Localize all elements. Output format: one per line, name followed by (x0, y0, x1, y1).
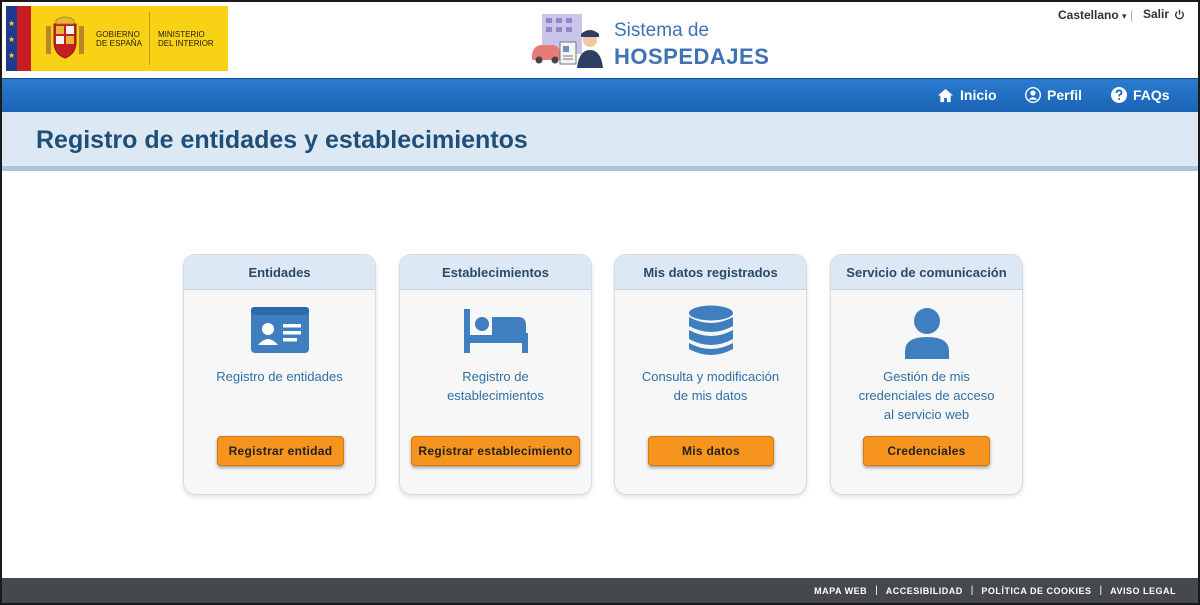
language-label: Castellano (1058, 8, 1119, 22)
footer-link-mapa-web[interactable]: MAPA WEB (814, 586, 867, 596)
eu-flag-strip: ★ ★ ★ (6, 6, 17, 71)
flag-red-strip (17, 6, 31, 71)
nav-item-perfil[interactable]: Perfil (1025, 87, 1082, 103)
footer-separator: | (1099, 585, 1103, 596)
header-separator: | (1130, 8, 1134, 22)
card-description: Registro de entidades (216, 369, 343, 384)
power-icon (1175, 9, 1185, 19)
card-icon-wrap (831, 307, 1022, 359)
app-window: ★ ★ ★ GOBIERNO DE ESPAÑA MINISTERIO DEL … (0, 0, 1200, 605)
caret-down-icon: ▾ (1122, 11, 1127, 21)
government-logo[interactable]: ★ ★ ★ GOBIERNO DE ESPAÑA MINISTERIO DEL … (6, 6, 228, 71)
hospedajes-illustration-icon (532, 14, 603, 68)
ministry-text: MINISTERIO DEL INTERIOR (158, 30, 214, 48)
title-band-underline (2, 166, 1198, 171)
user-circle-icon (1025, 87, 1041, 103)
card-servicio-comunicacion: Servicio de comunicación Gestión de mis … (830, 254, 1023, 495)
language-selector[interactable]: Castellano ▾ (1058, 8, 1127, 22)
registrar-entidad-button[interactable]: Registrar entidad (217, 436, 344, 466)
id-card-icon (250, 307, 309, 353)
card-title: Servicio de comunicación (831, 255, 1022, 290)
card-icon-wrap (184, 307, 375, 353)
registrar-establecimiento-button[interactable]: Registrar establecimiento (411, 436, 580, 466)
database-icon (688, 305, 733, 355)
card-title: Mis datos registrados (615, 255, 806, 290)
footer-link-cookies[interactable]: POLÍTICA DE COOKIES (981, 586, 1091, 596)
brand-title-line1: Sistema de (614, 20, 710, 41)
card-title: Entidades (184, 255, 375, 290)
page-title: Registro de entidades y establecimientos (36, 126, 528, 154)
footer: MAPA WEB | ACCESIBILIDAD | POLÍTICA DE C… (2, 578, 1198, 603)
card-description: Registro de establecimientos (447, 369, 544, 403)
mis-datos-button[interactable]: Mis datos (648, 436, 774, 466)
logout-link[interactable]: Salir (1143, 7, 1185, 21)
footer-separator: | (875, 585, 878, 596)
nav-item-faqs[interactable]: FAQs (1111, 87, 1170, 103)
footer-link-aviso-legal[interactable]: AVISO LEGAL (1110, 586, 1176, 596)
card-icon-wrap (615, 305, 806, 357)
card-description: Consulta y modificación de mis datos (641, 369, 780, 403)
user-icon (904, 308, 949, 359)
card-icon-wrap (400, 307, 591, 353)
logout-label: Salir (1143, 7, 1170, 21)
logo-divider (149, 12, 150, 65)
nav-item-inicio[interactable]: Inicio (937, 87, 997, 103)
card-mis-datos: Mis datos registrados Consulta y modific… (614, 254, 807, 495)
credenciales-button[interactable]: Credenciales (863, 436, 990, 466)
bed-icon (463, 309, 528, 353)
footer-separator: | (970, 585, 974, 596)
card-title: Establecimientos (400, 255, 591, 290)
nav-label-perfil: Perfil (1047, 87, 1083, 103)
card-description: Gestión de mis credenciales de acceso al… (858, 369, 995, 422)
government-text: GOBIERNO DE ESPAÑA (96, 30, 143, 48)
coat-of-arms-icon (46, 16, 84, 59)
top-header: ★ ★ ★ GOBIERNO DE ESPAÑA MINISTERIO DEL … (2, 2, 1198, 78)
home-icon (938, 88, 953, 102)
card-establecimientos: Establecimientos Registro de establecimi… (399, 254, 592, 495)
brand-logo[interactable]: Sistema de HOSPEDAJES (530, 10, 790, 70)
main-navbar: Inicio Perfil FAQs (2, 78, 1198, 112)
footer-link-accesibilidad[interactable]: ACCESIBILIDAD (886, 586, 963, 596)
question-circle-icon (1111, 87, 1127, 103)
nav-label-inicio: Inicio (960, 87, 997, 103)
card-entidades: Entidades Registro de entidades Registra… (183, 254, 376, 495)
brand-title-line2: HOSPEDAJES (614, 44, 770, 69)
nav-label-faqs: FAQs (1133, 87, 1170, 103)
